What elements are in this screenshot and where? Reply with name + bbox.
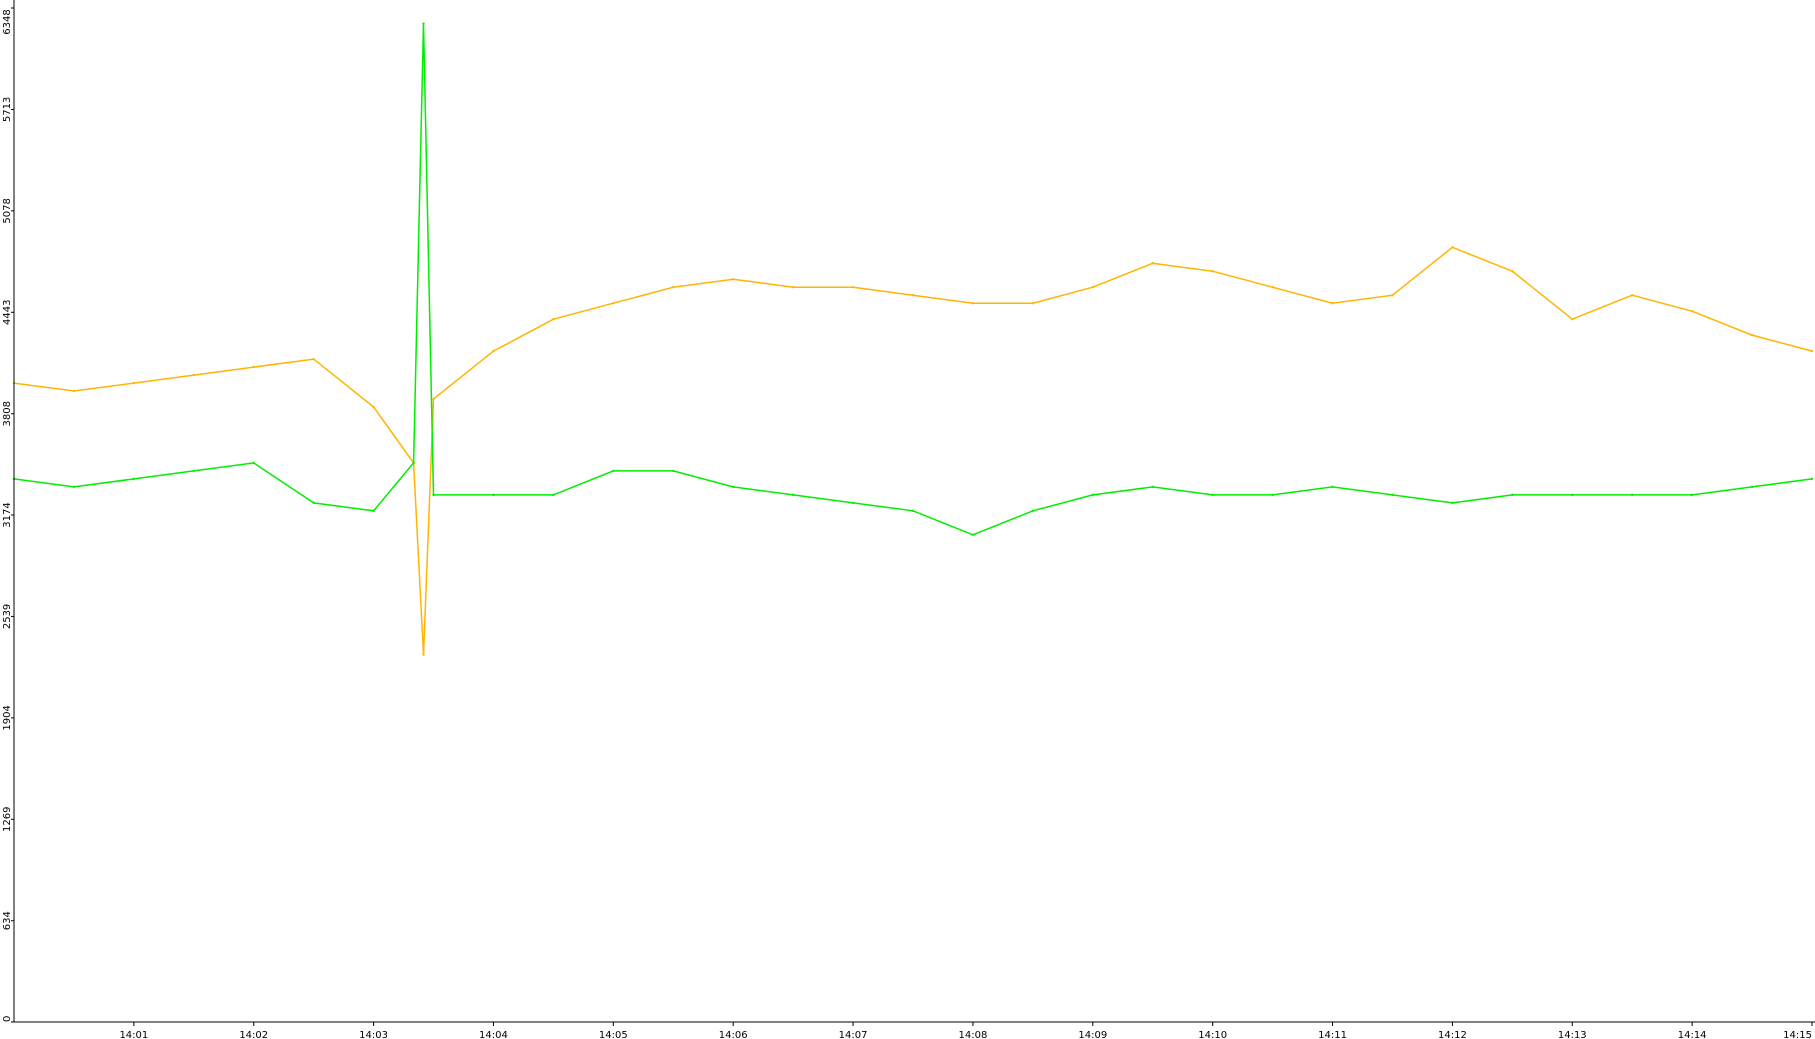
series-1-point <box>1451 246 1454 249</box>
y-tick-label: 0 <box>2 1016 13 1022</box>
series-1-point <box>971 301 975 305</box>
y-tick-label: 3808 <box>2 401 13 426</box>
x-tick-label: 14:07 <box>839 1030 868 1039</box>
series-2-point <box>1690 493 1694 497</box>
y-tick-label: 4443 <box>2 300 13 325</box>
x-tick-label: 14:09 <box>1078 1030 1107 1039</box>
x-tick-label: 14:13 <box>1558 1030 1587 1039</box>
y-tick-label: 5078 <box>2 198 13 223</box>
x-tick-label: 14:02 <box>239 1030 268 1039</box>
plot-background <box>0 0 1815 1039</box>
x-tick-label: 14:11 <box>1318 1030 1347 1039</box>
series-2-point <box>1331 485 1334 489</box>
series-2-point <box>1271 493 1274 497</box>
series-2-point <box>372 509 375 513</box>
series-2-point <box>1571 493 1574 497</box>
series-2-point <box>1031 509 1035 513</box>
series-2-point <box>422 22 425 25</box>
series-1-point <box>312 357 315 361</box>
series-1-point <box>1511 270 1514 273</box>
x-tick-label: 14:01 <box>119 1030 148 1039</box>
x-tick-label: 14:04 <box>479 1030 508 1039</box>
series-2-point <box>911 509 915 513</box>
y-tick-label: 1904 <box>2 705 13 730</box>
x-tick-label: 14:10 <box>1198 1030 1227 1039</box>
series-2-point <box>132 477 136 481</box>
series-1-point <box>1091 286 1095 289</box>
series-1-point <box>1631 294 1634 297</box>
series-1-point <box>1810 349 1814 353</box>
series-2-point <box>971 533 975 537</box>
series-1-point <box>612 301 615 305</box>
y-tick-label: 5713 <box>2 97 13 122</box>
series-2-point <box>252 461 255 465</box>
series-1-point <box>72 389 76 393</box>
series-2-point <box>192 469 195 473</box>
series-2-point <box>432 493 435 497</box>
series-1-point <box>422 653 425 656</box>
series-1-point <box>1031 301 1035 305</box>
series-1-point <box>1391 294 1394 297</box>
series-1-point <box>732 278 735 281</box>
series-1-point <box>1331 301 1334 305</box>
x-tick-label: 14:12 <box>1438 1030 1467 1039</box>
series-1-point <box>1571 317 1574 321</box>
series-2-point <box>791 493 795 497</box>
series-1-point <box>1750 333 1754 337</box>
series-1-point <box>672 286 675 289</box>
series-1-point <box>1211 270 1214 273</box>
series-2-point <box>1631 493 1634 497</box>
series-1-point <box>192 373 195 377</box>
series-1-point <box>851 286 855 289</box>
series-1-point <box>791 286 795 289</box>
x-tick-label: 14:08 <box>959 1030 988 1039</box>
series-1-point <box>1271 286 1274 289</box>
y-tick-label: 3174 <box>2 502 13 527</box>
series-1-point <box>1690 309 1694 313</box>
series-2-point <box>1810 477 1814 481</box>
x-tick-label: 14:06 <box>719 1030 748 1039</box>
series-2-point <box>672 469 675 473</box>
series-1-point <box>552 317 555 321</box>
x-tick-label: 14:05 <box>599 1030 628 1039</box>
series-1-point <box>911 294 915 297</box>
series-2-point <box>312 501 315 505</box>
series-2-point <box>1151 485 1154 489</box>
line-chart: 0 634 1269 1904 2539 3174 3808 4443 5078 5713 6348… <box>0 0 1815 1039</box>
series-2-point <box>412 461 415 465</box>
series-2-point <box>732 485 735 489</box>
series-2-point <box>612 469 615 473</box>
series-1-point <box>372 405 375 409</box>
series-2-point <box>1091 493 1095 497</box>
y-tick-label: 2539 <box>2 604 13 629</box>
x-tick-label: 14:14 <box>1678 1030 1707 1039</box>
series-1-point <box>432 397 435 401</box>
series-2-point <box>1451 501 1454 505</box>
series-2-point <box>1211 493 1214 497</box>
series-1-point <box>492 349 495 353</box>
series-2-point <box>1391 493 1394 497</box>
series-1-point <box>252 365 255 369</box>
y-tick-label: 6348 <box>2 9 13 34</box>
y-tick-label: 634 <box>2 911 13 930</box>
series-2-point <box>851 501 855 505</box>
x-tick-label: 14:15 <box>1783 1030 1812 1039</box>
y-tick-label: 1269 <box>2 807 13 832</box>
series-2-point <box>552 493 555 497</box>
series-2-point <box>72 485 76 489</box>
series-2-point <box>1750 485 1754 489</box>
series-2-point <box>492 493 495 497</box>
series-1-point <box>132 381 136 385</box>
series-2-point <box>1511 493 1514 497</box>
x-tick-label: 14:03 <box>359 1030 388 1039</box>
series-1-point <box>1151 262 1154 265</box>
chart-container: 0 634 1269 1904 2539 3174 3808 4443 5078 5713 6348… <box>0 0 1815 1039</box>
